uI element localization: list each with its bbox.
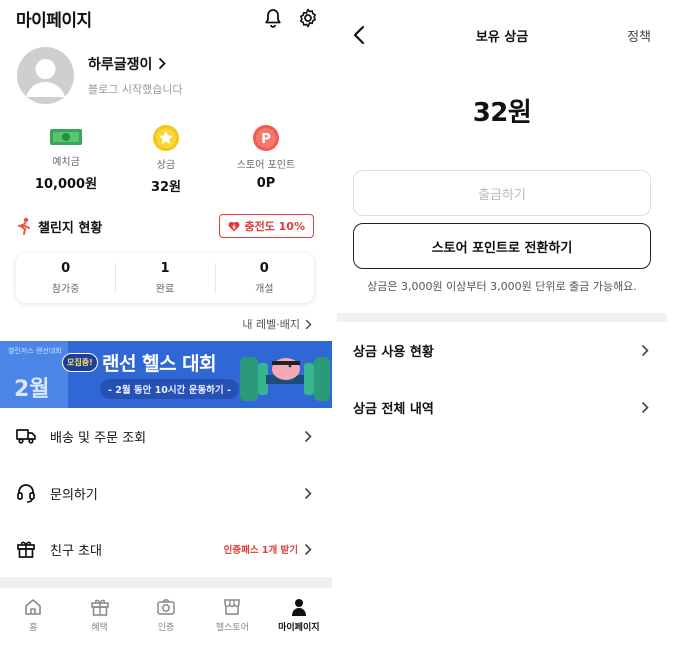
tab-label: 인증 — [157, 623, 175, 633]
count-label: 참가중 — [51, 284, 80, 295]
recruit-tag: 모집중! — [62, 353, 98, 372]
truck-icon — [16, 428, 36, 444]
stat-prize[interactable]: 상금 32원 — [116, 124, 216, 195]
challenge-header: 챌린지 현황 충전도 10% — [16, 213, 314, 239]
gift-box-icon — [90, 597, 110, 617]
menu-label: 배송 및 주문 조회 — [50, 430, 147, 446]
runner-icon — [16, 217, 32, 235]
home-icon — [23, 597, 43, 617]
tab-verify[interactable]: 인증 — [133, 597, 199, 641]
row-label: 상금 사용 현황 — [353, 344, 434, 360]
camera-icon — [156, 597, 176, 617]
prize-amount: 32원 — [472, 98, 532, 128]
stat-store-point[interactable]: P 스토어 포인트 0P — [216, 124, 316, 192]
count-opened[interactable]: 0 개설 — [214, 253, 314, 303]
banner-mini-text: 챌린저스 랜선대회 — [8, 347, 62, 355]
store-icon — [222, 597, 242, 617]
stat-value: 32원 — [150, 180, 182, 195]
stat-label: 상금 — [156, 160, 176, 171]
point-coin-icon: P — [252, 124, 280, 152]
challenge-counts-card: 0 참가중 1 완료 0 개설 — [16, 253, 314, 303]
chevron-right-icon — [304, 487, 312, 500]
profile-name: 하루글쟁이 — [88, 56, 153, 73]
count-value: 0 — [259, 261, 269, 276]
invite-promo: 인증패스 1개 받기 — [223, 545, 298, 556]
heart-icon — [228, 221, 240, 232]
gift-icon — [16, 539, 36, 559]
tab-label: 헬스토어 — [215, 623, 249, 633]
prize-page-title: 보유 상금 — [475, 29, 529, 45]
charge-badge-label: 충전도 10% — [244, 220, 305, 233]
stat-value: 10,000원 — [34, 177, 98, 192]
tab-label: 마이페이지 — [278, 623, 320, 633]
profile-section[interactable]: 하루글쟁이 블로그 시작했습니다 — [17, 46, 318, 104]
banner-month-tile: 챌린저스 랜선대회 2월 — [0, 341, 68, 408]
stat-label: 스토어 포인트 — [236, 160, 296, 171]
menu-label: 친구 초대 — [50, 543, 102, 559]
stat-deposit[interactable]: 예치금 10,000원 — [16, 124, 116, 192]
level-badge-label: 내 레벨·배지 — [242, 318, 300, 331]
withdraw-note: 상금은 3,000원 이상부터 3,000원 단위로 출금 가능해요. — [367, 280, 637, 293]
chevron-right-icon — [304, 543, 312, 556]
bottom-tab-bar: 홈 혜택 인증 헬스토어 마이페이지 — [0, 597, 332, 641]
count-value: 0 — [61, 261, 71, 276]
profile-name-row[interactable]: 하루글쟁이 — [88, 54, 183, 74]
bell-icon[interactable] — [264, 8, 282, 28]
avatar — [17, 46, 74, 104]
chevron-right-icon — [641, 401, 649, 414]
dumbbell-icon — [238, 347, 332, 408]
menu-label: 문의하기 — [50, 487, 98, 503]
count-label: 완료 — [155, 284, 175, 295]
stat-value: 0P — [256, 176, 276, 191]
row-label: 상금 전체 내역 — [353, 401, 434, 417]
banner-month: 2월 — [14, 377, 50, 402]
count-label: 개설 — [255, 284, 274, 295]
star-coin-icon — [152, 124, 180, 152]
challenge-title: 챌린지 현황 — [38, 220, 103, 236]
count-value: 1 — [160, 261, 170, 276]
prize-screen: 보유 상금 정책 32원 출금하기 스토어 포인트로 전환하기 상금은 3,00… — [337, 0, 667, 648]
tab-my-page[interactable]: 마이페이지 — [266, 597, 332, 641]
convert-to-point-button[interactable]: 스토어 포인트로 전환하기 — [353, 223, 651, 269]
policy-link[interactable]: 정책 — [627, 26, 651, 45]
banner-title: 랜선 헬스 대회 — [102, 353, 217, 375]
back-arrow-icon[interactable] — [353, 25, 365, 45]
page-title: 마이페이지 — [16, 10, 92, 31]
event-banner[interactable]: 챌린저스 랜선대회 2월 모집중! 랜선 헬스 대회 - 2월 동안 10시간 … — [0, 341, 332, 408]
count-completed[interactable]: 1 완료 — [115, 253, 214, 303]
chevron-right-icon — [304, 430, 312, 443]
section-divider — [337, 313, 667, 322]
menu-invite-friend[interactable]: 친구 초대 인증패스 1개 받기 — [16, 534, 312, 564]
top-bar: 마이페이지 — [16, 6, 318, 31]
withdraw-button[interactable]: 출금하기 — [353, 170, 651, 216]
tab-health-store[interactable]: 헬스토어 — [199, 597, 265, 641]
chevron-right-icon — [305, 319, 312, 330]
chevron-right-icon — [158, 57, 167, 70]
tab-benefits[interactable]: 혜택 — [66, 597, 132, 641]
chevron-right-icon — [641, 344, 649, 357]
prize-history-row[interactable]: 상금 전체 내역 — [353, 393, 649, 421]
charge-badge[interactable]: 충전도 10% — [219, 214, 314, 238]
section-divider — [0, 577, 332, 588]
money-icon — [49, 124, 83, 149]
menu-inquiry[interactable]: 문의하기 — [16, 478, 312, 508]
wallet-stats: 예치금 10,000원 상금 32원 P 스토어 포인트 0P — [16, 124, 316, 195]
tab-label: 혜택 — [91, 623, 108, 633]
level-badge-link[interactable]: 내 레벨·배지 — [242, 316, 312, 332]
banner-subtitle: - 2월 동안 10시간 운동하기 - — [100, 379, 239, 399]
tab-label: 홈 — [29, 623, 38, 633]
gear-icon[interactable] — [298, 8, 318, 28]
svg-text:P: P — [261, 132, 271, 147]
stat-label: 예치금 — [52, 157, 80, 168]
my-page-screen: 마이페이지 하루글쟁이 블로그 시작했습니다 예치금 10,000원 상금 32… — [0, 0, 332, 648]
headset-icon — [16, 483, 36, 503]
person-icon — [289, 597, 309, 617]
prize-usage-row[interactable]: 상금 사용 현황 — [353, 336, 649, 364]
profile-subtitle: 블로그 시작했습니다 — [88, 82, 183, 96]
count-ongoing[interactable]: 0 참가중 — [16, 253, 115, 303]
tab-home[interactable]: 홈 — [0, 597, 66, 641]
prize-top-bar: 보유 상금 정책 — [353, 22, 651, 48]
menu-delivery[interactable]: 배송 및 주문 조회 — [16, 421, 312, 451]
